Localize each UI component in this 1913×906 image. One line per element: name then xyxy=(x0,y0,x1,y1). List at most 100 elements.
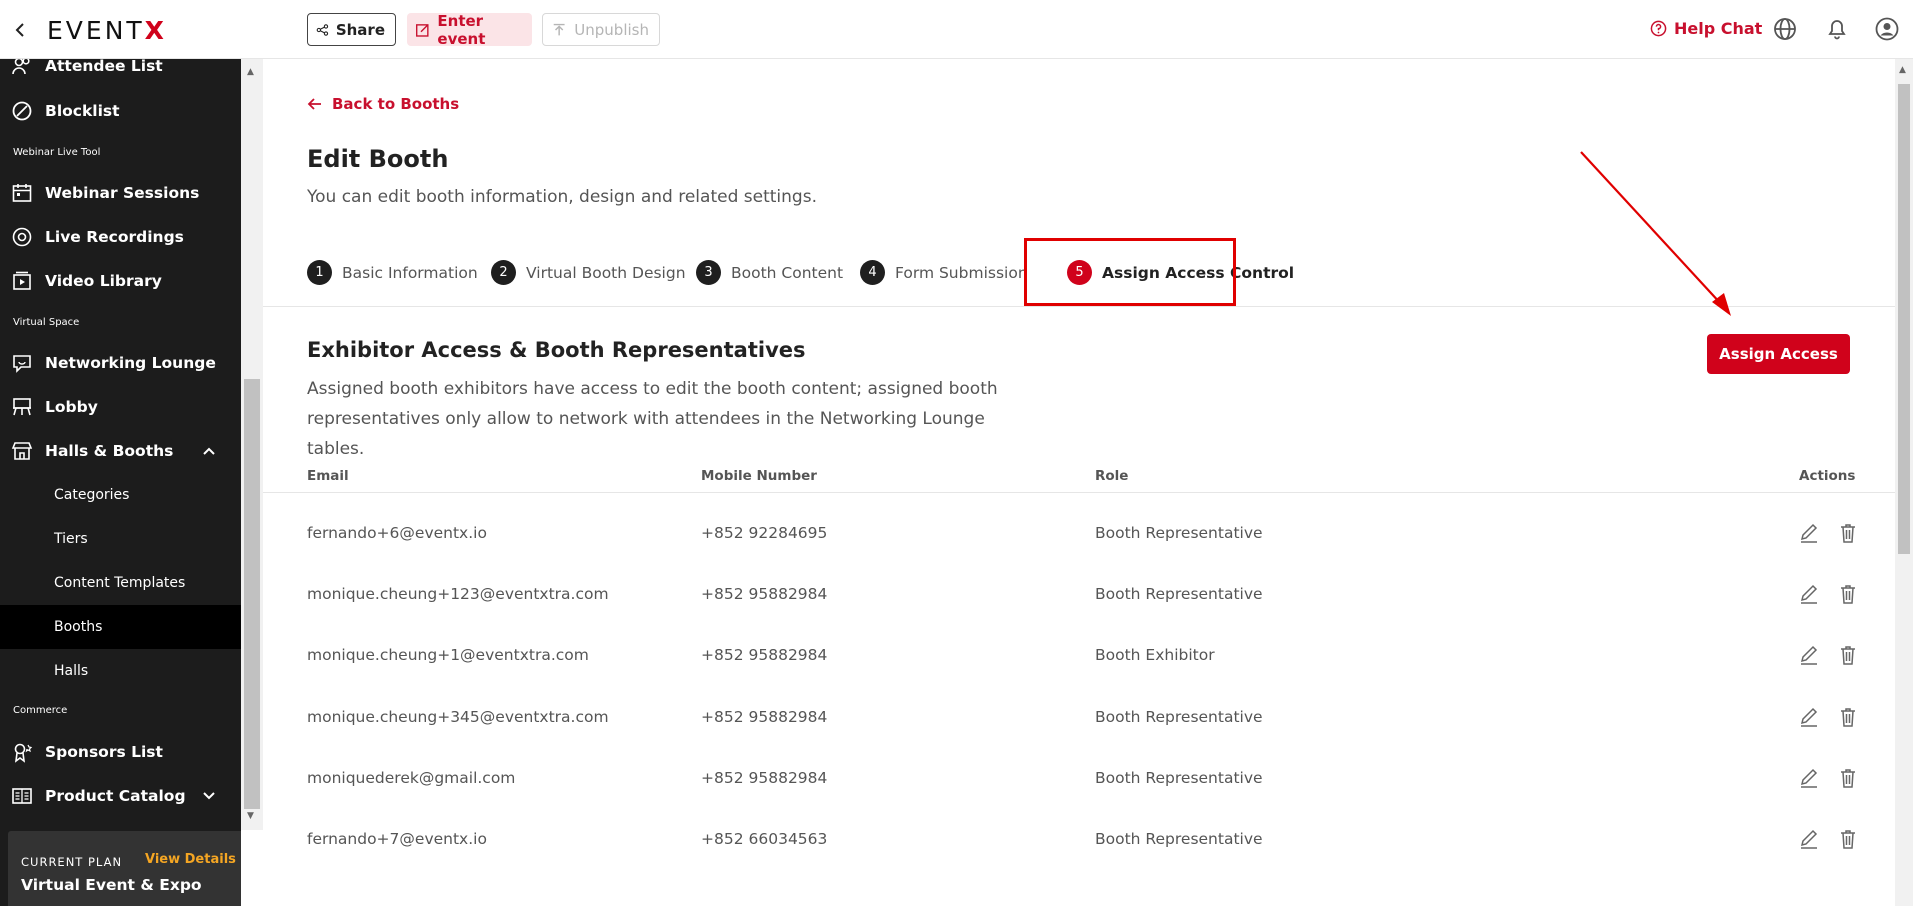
tabs-divider xyxy=(263,306,1895,307)
back-to-booths-link[interactable]: Back to Booths xyxy=(307,95,459,113)
current-plan-card: CURRENT PLAN View Details Virtual Event … xyxy=(8,831,241,906)
sidebar-item-networking-lounge[interactable]: Networking Lounge xyxy=(0,341,241,385)
sidebar-item-lobby[interactable]: Lobby xyxy=(0,385,241,429)
table-row: fernando+7@eventx.io +852 66034563 Booth R… xyxy=(263,810,1895,871)
sidebar-item-attendee-list[interactable]: Attendee List xyxy=(0,59,241,88)
sidebar-item-sponsors-list[interactable]: Sponsors List xyxy=(0,730,241,774)
step-label: Basic Information xyxy=(342,263,478,282)
chevron-left-icon[interactable] xyxy=(12,20,28,40)
trash-icon[interactable] xyxy=(1837,583,1859,605)
edit-icon[interactable] xyxy=(1798,828,1820,850)
globe-icon[interactable] xyxy=(1773,17,1797,41)
sidebar-item-halls-booths[interactable]: Halls & Booths xyxy=(0,429,241,473)
tab-form-submission[interactable]: 4 Form Submission xyxy=(860,260,1028,285)
table-row: monique.cheung+123@eventxtra.com +852 958… xyxy=(263,565,1895,626)
calendar-icon xyxy=(12,184,32,202)
sidebar-subitem-content-templates[interactable]: Content Templates xyxy=(0,561,241,605)
chat-icon xyxy=(13,355,31,373)
sidebar-label: Product Catalog xyxy=(45,787,186,805)
main-content: Back to Booths Edit Booth You can edit b… xyxy=(263,59,1895,906)
assign-access-button[interactable]: Assign Access xyxy=(1707,334,1850,374)
bell-icon[interactable] xyxy=(1825,17,1849,41)
scroll-up-icon[interactable]: ▲ xyxy=(1899,65,1906,75)
cell-email: monique.cheung+345@eventxtra.com xyxy=(307,708,609,726)
eventx-logo[interactable]: EVENTX xyxy=(47,16,167,45)
scroll-up-icon[interactable]: ▲ xyxy=(247,67,254,77)
sidebar-item-blocklist[interactable]: Blocklist xyxy=(0,89,241,133)
sidebar-label: Halls xyxy=(54,663,89,679)
sidebar-subitem-tiers[interactable]: Tiers xyxy=(0,517,241,561)
sidebar-subitem-booths[interactable]: Booths xyxy=(0,605,241,649)
edit-icon[interactable] xyxy=(1798,706,1820,728)
unpublish-button[interactable]: Unpublish xyxy=(542,13,660,46)
sidebar-label: Networking Lounge xyxy=(45,354,216,372)
section-label-webinar: Webinar Live Tool xyxy=(13,147,101,158)
external-edit-icon xyxy=(416,23,429,37)
tab-booth-content[interactable]: 3 Booth Content xyxy=(696,260,843,285)
cell-mobile: +852 66034563 xyxy=(701,830,828,848)
tab-virtual-booth-design[interactable]: 2 Virtual Booth Design xyxy=(491,260,686,285)
sidebar-scrollbar[interactable]: ▲ ▼ xyxy=(241,59,263,830)
top-header: EVENTX Share Enter event Unpublish Help … xyxy=(0,0,1913,59)
user-account-icon[interactable] xyxy=(1875,17,1899,41)
sidebar-label: Attendee List xyxy=(45,59,163,75)
sidebar-item-live-recordings[interactable]: Live Recordings xyxy=(0,215,241,259)
view-details-link[interactable]: View Details xyxy=(145,852,236,867)
step-number: 1 xyxy=(307,260,332,285)
column-header-email[interactable]: Email xyxy=(307,468,349,484)
step-label: Booth Content xyxy=(731,263,844,282)
sidebar-scroll-thumb[interactable] xyxy=(244,379,260,809)
enter-event-button[interactable]: Enter event xyxy=(407,11,532,48)
cell-email: fernando+7@eventx.io xyxy=(307,830,487,848)
table-row: monique.cheung+1@eventxtra.com +852 95882… xyxy=(263,626,1895,687)
sidebar-label: Content Templates xyxy=(54,575,186,591)
trash-icon[interactable] xyxy=(1837,828,1859,850)
tab-basic-information[interactable]: 1 Basic Information xyxy=(307,260,478,285)
logo-accent: X xyxy=(144,16,167,45)
edit-icon[interactable] xyxy=(1798,583,1820,605)
trash-icon[interactable] xyxy=(1837,522,1859,544)
trash-icon[interactable] xyxy=(1837,706,1859,728)
unpublish-label: Unpublish xyxy=(574,20,649,39)
video-icon xyxy=(13,271,31,290)
sidebar-subitem-categories[interactable]: Categories xyxy=(0,473,241,517)
sidebar-label: Halls & Booths xyxy=(45,442,174,460)
sidebar-item-webinar-sessions[interactable]: Webinar Sessions xyxy=(0,171,241,215)
sidebar: Attendee List Blocklist Webinar Live Too… xyxy=(0,59,241,906)
column-header-mobile[interactable]: Mobile Number xyxy=(701,468,817,484)
cell-role: Booth Representative xyxy=(1095,830,1263,848)
store-icon xyxy=(11,442,33,460)
main-scrollbar[interactable]: ▲ xyxy=(1895,59,1913,906)
table-row: moniquederek@gmail.com +852 95882984 Booth… xyxy=(263,749,1895,810)
help-chat-button[interactable]: Help Chat xyxy=(1650,19,1762,38)
enter-event-label: Enter event xyxy=(437,11,486,48)
help-icon xyxy=(1650,20,1667,37)
share-button[interactable]: Share xyxy=(307,13,396,46)
chevron-up-icon[interactable] xyxy=(201,443,217,459)
column-header-role[interactable]: Role xyxy=(1095,468,1128,484)
lobby-icon xyxy=(13,398,31,416)
chevron-down-icon[interactable] xyxy=(201,788,217,804)
section-description: Assigned booth exhibitors have access to… xyxy=(307,379,998,459)
edit-icon[interactable] xyxy=(1798,767,1820,789)
step-number: 3 xyxy=(696,260,721,285)
catalog-icon xyxy=(12,788,32,804)
edit-icon[interactable] xyxy=(1798,644,1820,666)
step-number: 2 xyxy=(491,260,516,285)
main-scroll-thumb[interactable] xyxy=(1898,84,1910,554)
step-number: 4 xyxy=(860,260,885,285)
scroll-down-icon[interactable]: ▼ xyxy=(247,811,254,821)
record-icon xyxy=(12,227,32,247)
trash-icon[interactable] xyxy=(1837,644,1859,666)
sidebar-item-video-library[interactable]: Video Library xyxy=(0,259,241,303)
trash-icon[interactable] xyxy=(1837,767,1859,789)
sidebar-label: Webinar Sessions xyxy=(45,184,200,202)
sidebar-item-product-catalog[interactable]: Product Catalog xyxy=(0,774,241,818)
edit-icon[interactable] xyxy=(1798,522,1820,544)
sidebar-label: Lobby xyxy=(45,398,98,416)
cell-role: Booth Representative xyxy=(1095,769,1263,787)
sidebar-subitem-halls[interactable]: Halls xyxy=(0,649,241,693)
cell-role: Booth Representative xyxy=(1095,585,1263,603)
users-icon xyxy=(12,59,30,75)
cell-mobile: +852 95882984 xyxy=(701,708,828,726)
